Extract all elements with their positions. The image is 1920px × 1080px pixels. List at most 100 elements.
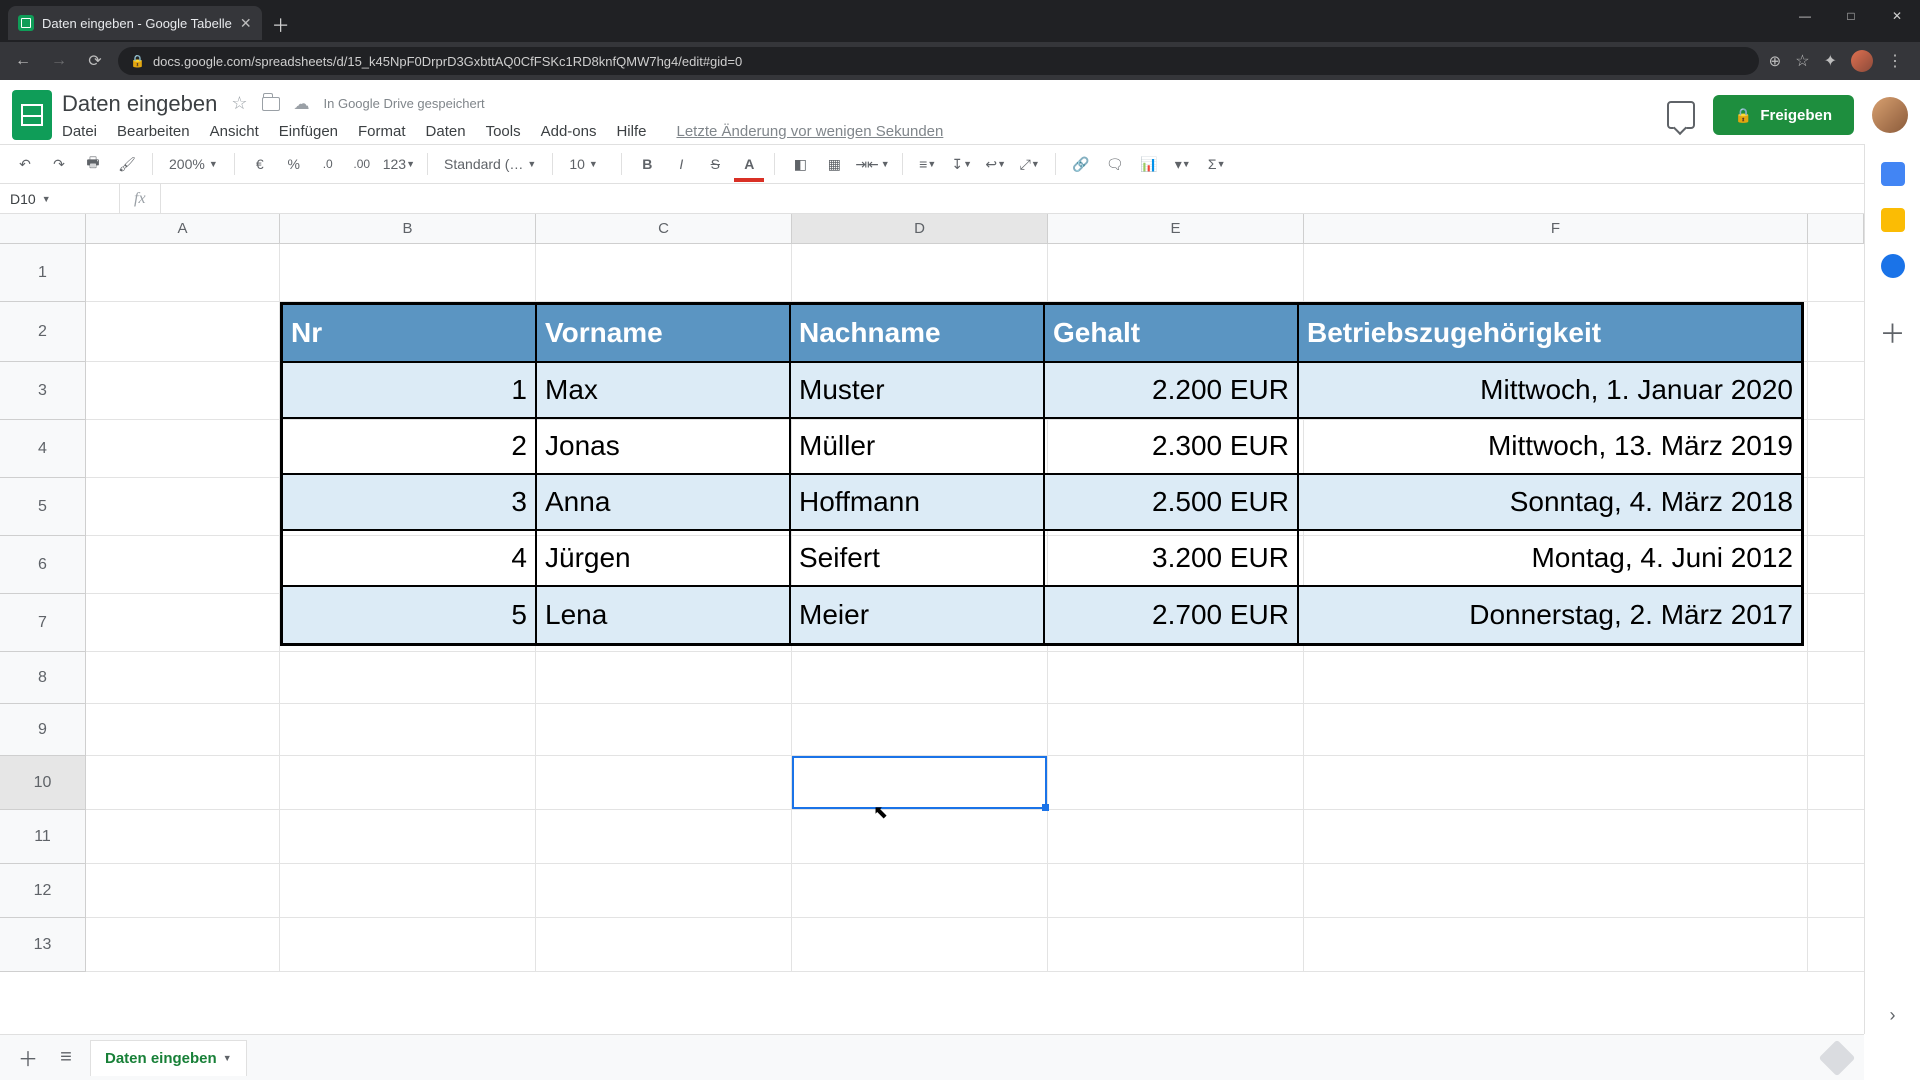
text-wrap-icon[interactable]: ↩▼ [983,150,1009,178]
row-header[interactable]: 13 [0,918,86,972]
h-align-icon[interactable]: ≡▼ [915,150,941,178]
insert-comment-icon[interactable]: 🗨 [1102,150,1128,178]
data-cell[interactable]: 2.200 EUR [1045,363,1299,419]
sheets-logo-icon[interactable] [12,90,52,140]
formula-input[interactable] [160,184,1920,213]
column-header[interactable]: D [792,214,1048,243]
data-cell[interactable]: Anna [537,475,791,531]
data-cell[interactable]: 3.200 EUR [1045,531,1299,587]
row-header[interactable]: 4 [0,420,86,478]
data-cell[interactable]: Müller [791,419,1045,475]
data-cell[interactable]: Mittwoch, 1. Januar 2020 [1299,363,1801,419]
data-cell[interactable]: Nr [283,305,537,363]
data-cell[interactable]: 4 [283,531,537,587]
column-header[interactable]: A [86,214,280,243]
name-box[interactable]: D10 ▼ [0,184,120,213]
menu-insert[interactable]: Einfügen [279,123,338,140]
share-button[interactable]: Freigeben [1713,95,1854,135]
data-cell[interactable]: Nachname [791,305,1045,363]
text-rotate-icon[interactable]: ⤢▼ [1017,150,1043,178]
strikethrough-icon[interactable]: S [702,150,728,178]
document-title[interactable]: Daten eingeben [62,91,217,117]
format-currency-icon[interactable]: € [247,150,273,178]
format-percent-icon[interactable]: % [281,150,307,178]
insert-link-icon[interactable]: 🔗 [1068,150,1094,178]
insert-chart-icon[interactable]: 📊 [1136,150,1162,178]
address-bar[interactable]: 🔒 docs.google.com/spreadsheets/d/15_k45N… [118,47,1759,75]
row-header[interactable]: 8 [0,652,86,704]
menu-view[interactable]: Ansicht [210,123,259,140]
account-avatar-icon[interactable] [1872,97,1908,133]
row-header[interactable]: 10 [0,756,86,810]
browser-tab[interactable]: Daten eingeben - Google Tabelle ✕ [8,6,262,40]
row-header[interactable]: 5 [0,478,86,536]
nav-reload-icon[interactable]: ⟳ [82,48,108,74]
window-close-icon[interactable]: ✕ [1874,0,1920,32]
menu-tools[interactable]: Tools [486,123,521,140]
print-icon[interactable]: 🖶 [80,150,106,178]
browser-menu-icon[interactable]: ⋮ [1887,51,1904,71]
fill-color-icon[interactable]: ◧ [787,150,813,178]
calendar-addon-icon[interactable] [1881,162,1905,186]
redo-icon[interactable]: ↷ [46,150,72,178]
data-cell[interactable]: 5 [283,587,537,643]
row-header[interactable]: 6 [0,536,86,594]
column-header[interactable]: F [1304,214,1808,243]
data-cell[interactable]: Gehalt [1045,305,1299,363]
new-tab-button[interactable]: ＋ [272,12,290,38]
data-cell[interactable]: Hoffmann [791,475,1045,531]
row-header[interactable]: 7 [0,594,86,652]
more-formats-select[interactable]: 123▼ [383,150,415,178]
keep-addon-icon[interactable] [1881,208,1905,232]
row-header[interactable]: 9 [0,704,86,756]
move-folder-icon[interactable] [262,97,280,111]
explore-icon[interactable] [1819,1039,1856,1076]
data-cell[interactable]: Sonntag, 4. März 2018 [1299,475,1801,531]
data-cell[interactable]: 1 [283,363,537,419]
bold-icon[interactable]: B [634,150,660,178]
functions-icon[interactable]: Σ▼ [1204,150,1230,178]
menu-data[interactable]: Daten [426,123,466,140]
bookmark-star-icon[interactable]: ☆ [1795,51,1809,71]
data-cell[interactable]: Donnerstag, 2. März 2017 [1299,587,1801,643]
all-sheets-button[interactable]: ≡ [52,1044,80,1072]
profile-avatar-icon[interactable] [1851,50,1873,72]
star-icon[interactable]: ☆ [231,93,247,114]
spreadsheet-grid[interactable]: ABCDEF 12345678910111213 NrVornameNachna… [0,214,1864,1034]
zoom-select[interactable]: 200%▼ [165,156,222,172]
undo-icon[interactable]: ↶ [12,150,38,178]
window-minimize-icon[interactable]: — [1782,0,1828,32]
row-header[interactable]: 1 [0,244,86,302]
side-panel-collapse-icon[interactable]: › [1890,1005,1896,1026]
row-header[interactable]: 2 [0,302,86,362]
data-cell[interactable]: Vorname [537,305,791,363]
font-family-select[interactable]: Standard (…▼ [440,156,540,172]
nav-back-icon[interactable]: ← [10,48,36,74]
data-cell[interactable]: Jonas [537,419,791,475]
data-cell[interactable]: 2.500 EUR [1045,475,1299,531]
data-cell[interactable]: Seifert [791,531,1045,587]
last-edit-link[interactable]: Letzte Änderung vor wenigen Sekunden [676,123,943,140]
v-align-icon[interactable]: ↧▼ [949,150,975,178]
data-cell[interactable]: Muster [791,363,1045,419]
text-color-icon[interactable]: A [736,150,762,178]
menu-edit[interactable]: Bearbeiten [117,123,190,140]
extensions-icon[interactable]: ✦ [1824,51,1837,71]
tasks-addon-icon[interactable] [1881,254,1905,278]
fill-handle[interactable] [1042,804,1049,811]
sheet-tab-menu-icon[interactable]: ▼ [223,1053,232,1063]
italic-icon[interactable]: I [668,150,694,178]
font-size-select[interactable]: 10▼ [565,156,609,172]
filter-icon[interactable]: ▾▼ [1170,150,1196,178]
data-cell[interactable]: Meier [791,587,1045,643]
increase-decimal-icon[interactable]: .00 [349,150,375,178]
menu-format[interactable]: Format [358,123,406,140]
data-cell[interactable]: Mittwoch, 13. März 2019 [1299,419,1801,475]
paint-format-icon[interactable]: 🖌 [114,150,140,178]
row-header[interactable]: 11 [0,810,86,864]
window-maximize-icon[interactable]: □ [1828,0,1874,32]
merge-cells-icon[interactable]: ⇥⇤▼ [855,150,889,178]
data-cell[interactable]: Betriebszugehörigkeit [1299,305,1801,363]
add-addon-icon[interactable]: ＋ [1879,314,1905,351]
comments-icon[interactable] [1667,101,1695,129]
